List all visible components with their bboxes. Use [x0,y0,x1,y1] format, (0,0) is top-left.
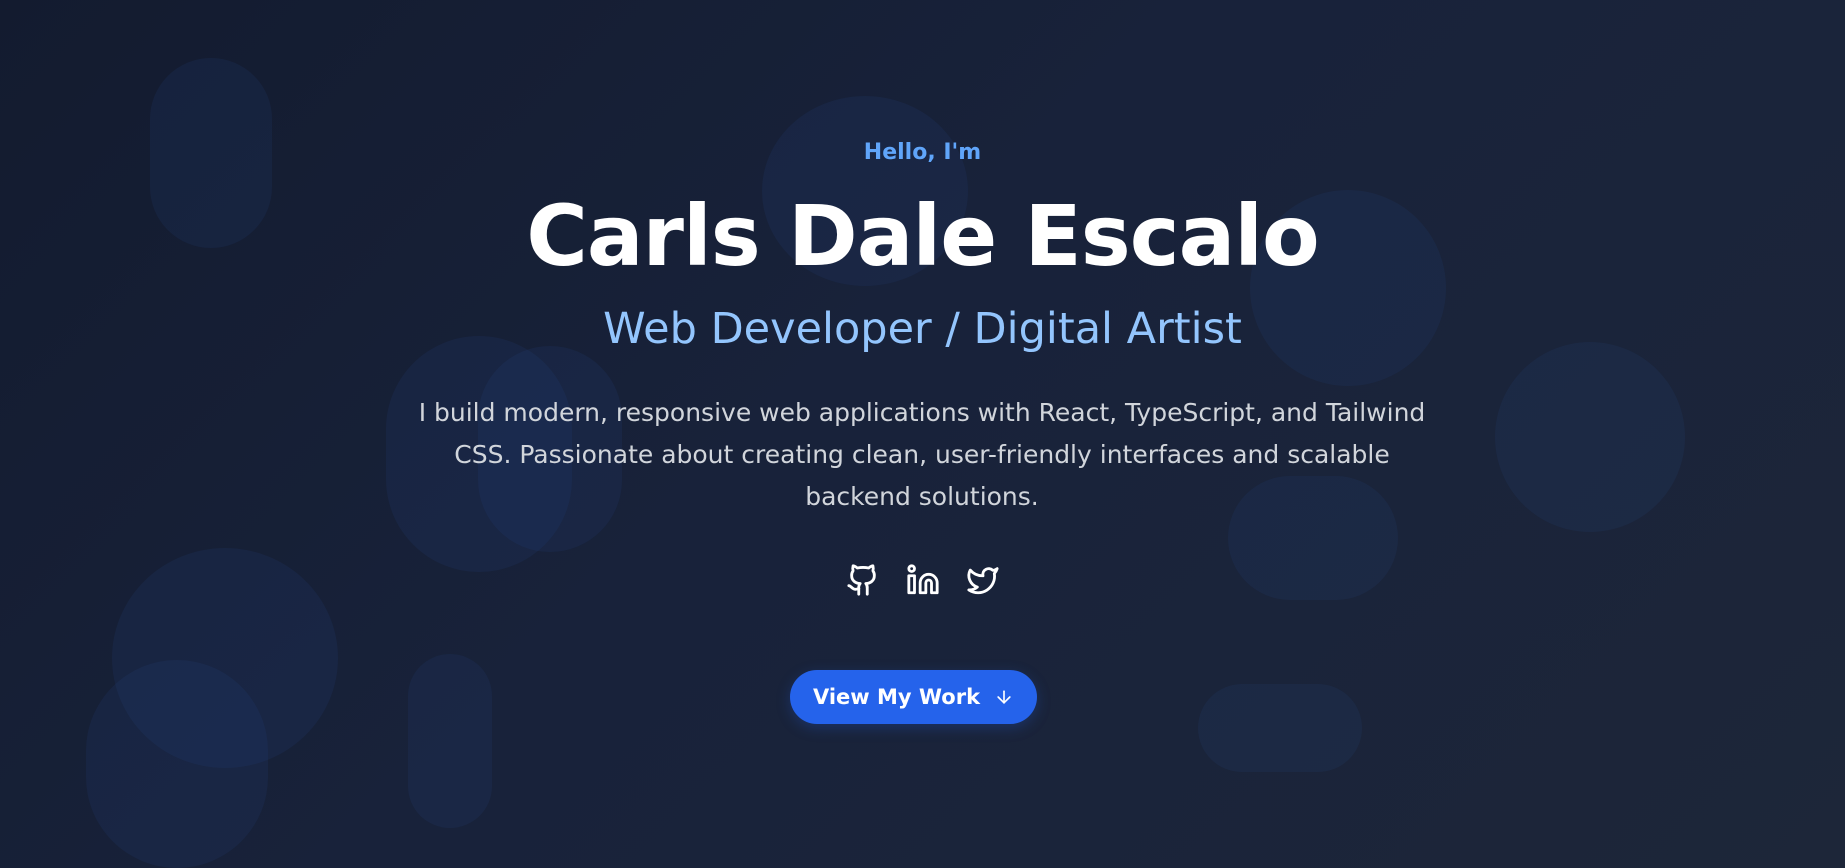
social-links [0,562,1845,598]
linkedin-link[interactable] [906,562,940,598]
hero-bio: I build modern, responsive web applicati… [418,398,1426,511]
twitter-link[interactable] [966,562,1000,598]
view-my-work-button[interactable]: View My Work [790,670,1037,724]
background-blob [86,660,268,868]
background-blob [408,654,492,828]
hero-section: Hello, I'm Carls Dale Escalo Web Develop… [0,0,1845,868]
github-icon [846,564,876,596]
background-blob [1495,342,1685,532]
linkedin-icon [906,564,939,595]
greeting-text: Hello, I'm [863,140,982,165]
hero-role: Web Developer / Digital Artist [603,304,1242,354]
background-blob [1198,684,1362,772]
twitter-icon [966,567,999,595]
view-my-work-label: View My Work [812,685,981,709]
github-link[interactable] [846,562,880,598]
hero-name: Carls Dale Escalo [526,187,1320,285]
arrow-down-icon [997,690,1011,704]
